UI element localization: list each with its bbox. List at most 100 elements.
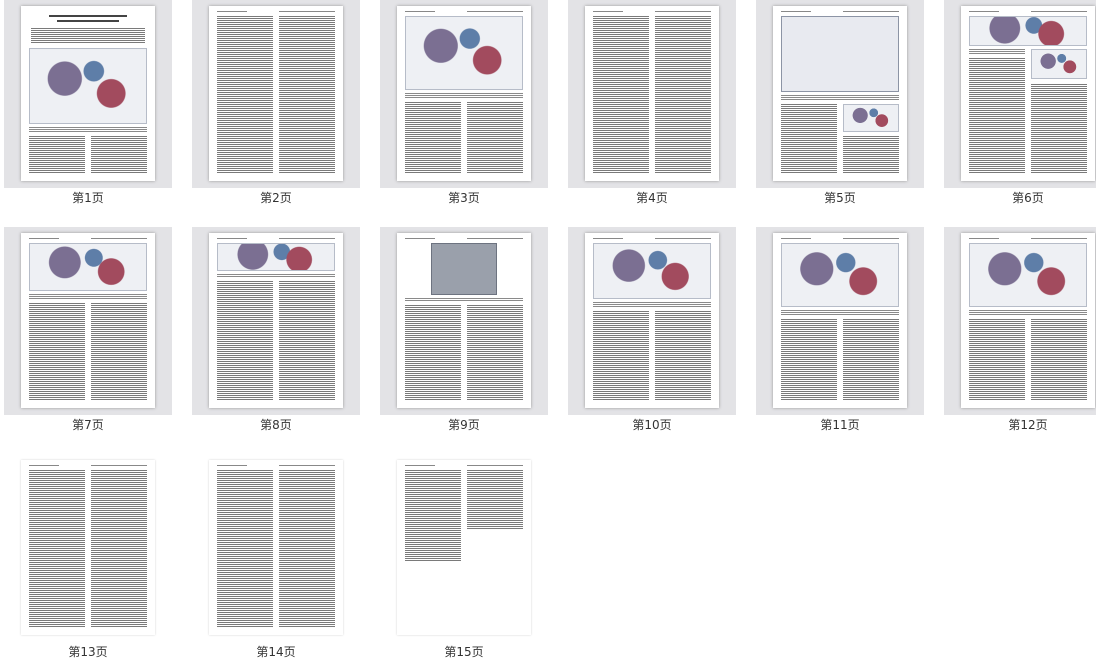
references-column [405,470,461,562]
page-preview [585,233,719,408]
text-column [279,281,335,401]
text-column [91,470,147,628]
interface-screenshot [781,16,899,92]
thumbnail-frame [192,454,360,642]
figure [843,104,899,132]
thumbnail-frame [380,227,548,415]
figure [969,16,1087,46]
thumbnail-frame [4,227,172,415]
paper-title [49,15,127,17]
running-header [781,238,811,239]
figure-caption [405,298,523,302]
page-preview [961,6,1095,181]
text-column [217,281,273,401]
text-column [217,470,273,628]
text-column [29,303,85,401]
figure-caption [29,127,147,133]
page-label: 第12页 [1008,418,1048,432]
running-header [467,465,523,466]
running-header [279,465,335,466]
text-column [91,136,147,174]
page-preview [397,233,531,408]
running-header [91,465,147,466]
thumbnail-frame [380,454,548,642]
thumbnail-frame [4,0,172,188]
page-label: 第6页 [1012,191,1044,205]
running-header [843,238,899,239]
page-preview [773,6,907,181]
running-header [655,238,711,239]
running-header [29,465,59,466]
text-column [969,58,1025,174]
thumbnail-frame [756,0,924,188]
figure-caption [781,95,899,101]
page-label: 第15页 [444,645,484,659]
page-preview [397,460,531,635]
thumbnail-frame [568,0,736,188]
text-column [279,16,335,174]
authors-block [31,28,145,44]
figure [593,243,711,299]
text-column [843,136,899,174]
references-column [467,470,523,530]
figure-caption [217,274,335,278]
running-header [217,238,247,239]
thumbnail-frame [192,0,360,188]
page-label: 第4页 [636,191,668,205]
figure [969,243,1087,307]
text-column [467,102,523,174]
page-label: 第2页 [260,191,292,205]
text-column [593,16,649,174]
text-column [655,311,711,401]
figure [217,243,335,271]
figure-caption [969,310,1087,316]
running-header [29,238,59,239]
figure-caption [781,310,899,316]
text-column [29,470,85,628]
page-preview [21,233,155,408]
text-column [217,16,273,174]
page-preview [961,233,1095,408]
page-preview [773,233,907,408]
running-header [593,11,623,12]
running-header [1031,238,1087,239]
thumbnail-frame [756,227,924,415]
figure [29,243,147,291]
running-header [969,238,999,239]
thumbnail-frame [380,0,548,188]
page-preview [21,460,155,635]
figure-caption [969,49,1025,55]
text-column [467,305,523,401]
page-preview [209,460,343,635]
thumbnail-frame [4,454,172,642]
text-column [781,319,837,401]
running-header [405,238,435,239]
figure-caption [405,93,523,99]
page-label: 第11页 [820,418,860,432]
page-preview [585,6,719,181]
page-label: 第1页 [72,191,104,205]
page-label: 第13页 [68,645,108,659]
running-header [217,11,247,12]
paper-title [57,20,119,22]
running-header [91,238,147,239]
running-header [279,11,335,12]
image-grid-figure [431,243,497,295]
page-preview [21,6,155,181]
page-preview [397,6,531,181]
running-header [467,11,523,12]
page-preview [209,6,343,181]
text-column [593,311,649,401]
running-header [467,238,523,239]
text-column [1031,319,1087,401]
running-header [969,11,999,12]
page-label: 第8页 [260,418,292,432]
figure [781,243,899,307]
page-preview [209,233,343,408]
running-header [279,238,335,239]
text-column [405,102,461,174]
thumbnail-frame [192,227,360,415]
text-column [969,319,1025,401]
running-header [593,238,623,239]
running-header [405,11,435,12]
